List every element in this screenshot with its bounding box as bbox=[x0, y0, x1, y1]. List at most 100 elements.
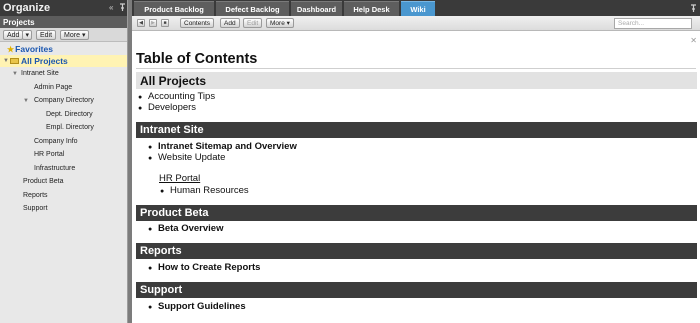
sidebar: Organize « Projects Add ▾ Edit More ▾ ★ … bbox=[0, 0, 128, 323]
pin-icon[interactable] bbox=[119, 1, 126, 13]
tab-label: Dashboard bbox=[296, 4, 337, 14]
tree-label: Product Beta bbox=[23, 178, 64, 186]
list-item: ● Beta Overview bbox=[148, 223, 223, 234]
tab-label: Help Desk bbox=[353, 4, 390, 14]
forward-icon[interactable]: ▶ bbox=[149, 19, 157, 27]
expand-icon[interactable]: ▼ bbox=[11, 71, 19, 77]
bullet: ● bbox=[160, 188, 165, 195]
tab-defect-backlog[interactable]: Defect Backlog bbox=[216, 1, 289, 16]
tab-wiki[interactable]: Wiki bbox=[401, 1, 435, 16]
page-link[interactable]: How to Create Reports bbox=[158, 262, 260, 273]
tab-label: Product Backlog bbox=[144, 4, 204, 14]
tree-item-intranet-site[interactable]: ▼ Intranet Site bbox=[0, 67, 127, 81]
page-link[interactable]: Accounting Tips bbox=[148, 91, 215, 102]
tree-favorites[interactable]: ★ Favorites bbox=[0, 43, 127, 55]
page-link[interactable]: Developers bbox=[148, 102, 196, 113]
list-item: ● Website Update bbox=[148, 152, 225, 163]
section-header-support: Support bbox=[136, 282, 697, 298]
tree-item-hr-portal[interactable]: HR Portal bbox=[0, 148, 127, 162]
edit-page-button[interactable]: Edit bbox=[243, 18, 263, 28]
more-actions-button[interactable]: More ▾ bbox=[266, 18, 294, 28]
list-item: ● Intranet Sitemap and Overview bbox=[148, 141, 297, 152]
sidebar-toolbar: Add ▾ Edit More ▾ bbox=[0, 28, 127, 42]
section-title: Product Beta bbox=[140, 207, 209, 219]
tree-item-empl-directory[interactable]: Empl. Directory bbox=[0, 121, 127, 135]
contents-button[interactable]: Contents bbox=[180, 18, 215, 28]
expand-icon[interactable]: ▼ bbox=[22, 98, 30, 104]
bullet: ● bbox=[138, 105, 143, 112]
tree-all-projects[interactable]: ▼ All Projects bbox=[0, 55, 127, 67]
bullet: ● bbox=[148, 304, 153, 311]
title-divider bbox=[136, 68, 696, 69]
tree-label: HR Portal bbox=[34, 151, 65, 159]
app: Organize « Projects Add ▾ Edit More ▾ ★ … bbox=[0, 0, 700, 323]
add-button[interactable]: Add bbox=[3, 29, 24, 40]
tab-bar: Product Backlog Defect Backlog Dashboard… bbox=[132, 0, 700, 16]
add-page-button[interactable]: Add bbox=[220, 18, 240, 28]
tab-label: Wiki bbox=[410, 4, 426, 14]
tab-label: Defect Backlog bbox=[225, 4, 280, 14]
tree-label: Company Directory bbox=[34, 97, 94, 105]
projects-label: Projects bbox=[3, 17, 35, 27]
tree-label: Company Info bbox=[34, 137, 78, 145]
tab-help-desk[interactable]: Help Desk bbox=[344, 1, 399, 16]
section-title: Support bbox=[140, 284, 183, 296]
more-button[interactable]: More ▾ bbox=[60, 29, 90, 40]
pin-icon[interactable] bbox=[690, 2, 697, 14]
section-header-reports: Reports bbox=[136, 243, 697, 259]
page-link[interactable]: Beta Overview bbox=[158, 223, 223, 234]
project-tree: ★ Favorites ▼ All Projects ▼ Intranet Si… bbox=[0, 42, 127, 216]
page-title: Table of Contents bbox=[136, 51, 258, 67]
edit-button[interactable]: Edit bbox=[35, 29, 57, 40]
tab-dashboard[interactable]: Dashboard bbox=[291, 1, 342, 16]
wiki-content: Table of Contents All Projects ● Accounti… bbox=[132, 31, 700, 323]
search-input[interactable] bbox=[614, 18, 692, 29]
tree-item-company-info[interactable]: Company Info bbox=[0, 135, 127, 149]
back-icon[interactable]: ◀ bbox=[137, 19, 145, 27]
home-icon[interactable]: ■ bbox=[161, 19, 169, 27]
collapse-sidebar-icon[interactable]: « bbox=[109, 3, 113, 12]
tree-item-product-beta[interactable]: Product Beta bbox=[0, 175, 127, 189]
tree-label: Support bbox=[23, 205, 48, 213]
tree-label: Admin Page bbox=[34, 83, 73, 91]
tree-item-company-directory[interactable]: ▼ Company Directory bbox=[0, 94, 127, 108]
page-link[interactable]: Human Resources bbox=[170, 185, 249, 196]
expand-icon[interactable]: ▼ bbox=[2, 58, 10, 64]
bullet: ● bbox=[148, 226, 153, 233]
list-item: ● Developers bbox=[138, 102, 196, 113]
tree-item-infrastructure[interactable]: Infrastructure bbox=[0, 162, 127, 176]
page-link[interactable]: Support Guidelines bbox=[158, 301, 246, 312]
list-item: ● Accounting Tips bbox=[138, 91, 215, 102]
bullet: ● bbox=[148, 144, 153, 151]
list-item: ● Human Resources bbox=[160, 185, 249, 196]
tree-item-admin-page[interactable]: Admin Page bbox=[0, 81, 127, 95]
tab-product-backlog[interactable]: Product Backlog bbox=[134, 1, 214, 16]
projects-header: Projects bbox=[0, 16, 127, 28]
sidebar-title: Organize bbox=[3, 2, 51, 14]
bullet: ● bbox=[148, 265, 153, 272]
folder-icon bbox=[10, 58, 19, 64]
tree-item-support[interactable]: Support bbox=[0, 202, 127, 216]
tree-label: Intranet Site bbox=[21, 70, 59, 78]
wiki-toolbar: ◀ ▶ ■ Contents Add Edit More ▾ bbox=[132, 16, 700, 31]
tree-label: Infrastructure bbox=[34, 164, 76, 172]
section-header-intranet-site: Intranet Site bbox=[136, 122, 697, 138]
tree-label: Dept. Directory bbox=[46, 110, 93, 118]
section-title: Reports bbox=[140, 245, 182, 257]
section-title: All Projects bbox=[140, 73, 207, 88]
bullet: ● bbox=[148, 155, 153, 162]
tree-item-dept-directory[interactable]: Dept. Directory bbox=[0, 108, 127, 122]
list-item: ● Support Guidelines bbox=[148, 301, 246, 312]
section-header-product-beta: Product Beta bbox=[136, 205, 697, 221]
tree-item-reports[interactable]: Reports bbox=[0, 189, 127, 203]
tree-label: All Projects bbox=[21, 56, 68, 66]
page-link[interactable]: Website Update bbox=[158, 152, 225, 163]
subsection-link-hr-portal[interactable]: HR Portal bbox=[159, 173, 200, 184]
list-item: ● How to Create Reports bbox=[148, 262, 260, 273]
tree-label: Reports bbox=[23, 191, 48, 199]
page-link[interactable]: Intranet Sitemap and Overview bbox=[158, 141, 297, 152]
star-icon: ★ bbox=[7, 44, 15, 54]
section-header-all-projects: All Projects bbox=[136, 72, 697, 89]
add-menu-button[interactable]: ▾ bbox=[22, 29, 32, 40]
section-title: Intranet Site bbox=[140, 124, 204, 136]
